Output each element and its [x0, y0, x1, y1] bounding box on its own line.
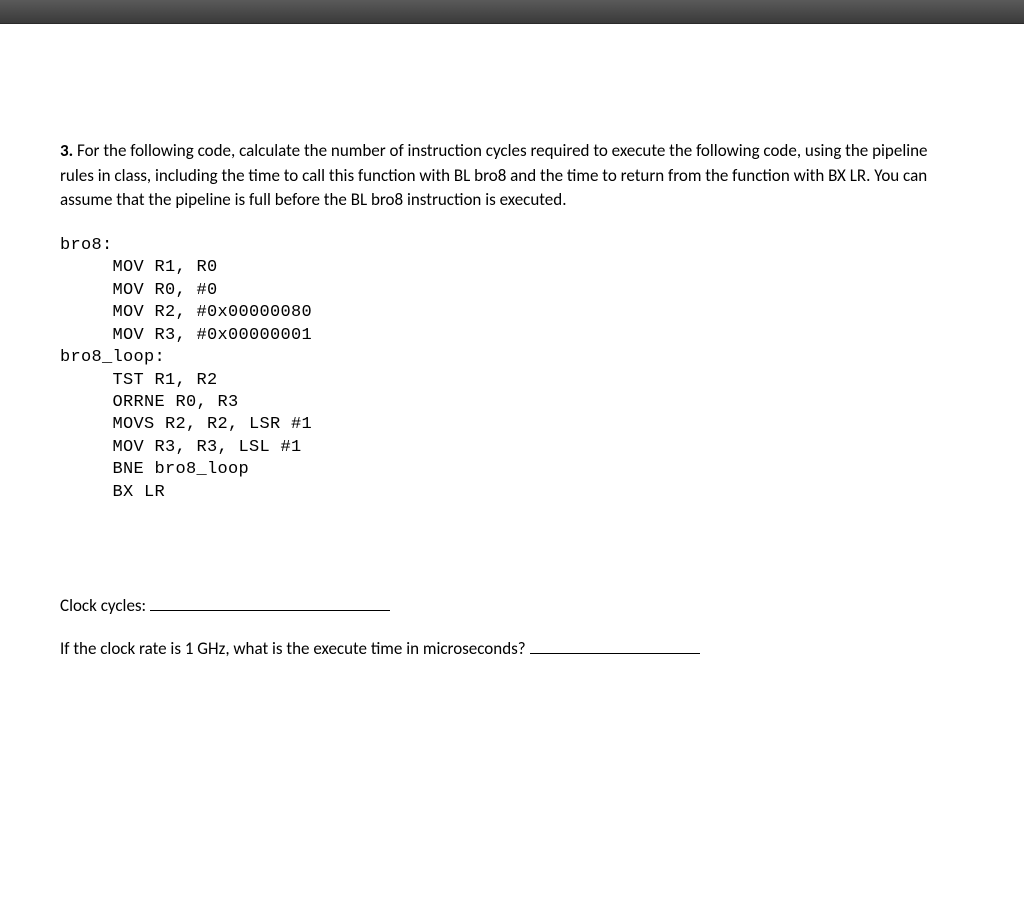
exec-answer-line: If the clock rate is 1 GHz, what is the …	[60, 637, 964, 662]
question-prompt: 3. For the following code, calculate the…	[60, 139, 964, 213]
cycles-label: Clock cycles:	[60, 594, 146, 619]
window-top-bar	[0, 0, 1024, 24]
cycles-blank	[150, 594, 390, 611]
exec-label: If the clock rate is 1 GHz, what is the …	[60, 637, 526, 662]
exec-blank	[530, 637, 700, 654]
question-text: For the following code, calculate the nu…	[60, 140, 928, 210]
code-listing: bro8: MOV R1, R0 MOV R0, #0 MOV R2, #0x0…	[60, 235, 964, 504]
document-page: 3. For the following code, calculate the…	[0, 24, 1024, 912]
cycles-answer-line: Clock cycles:	[60, 594, 964, 619]
question-number: 3.	[60, 140, 73, 161]
